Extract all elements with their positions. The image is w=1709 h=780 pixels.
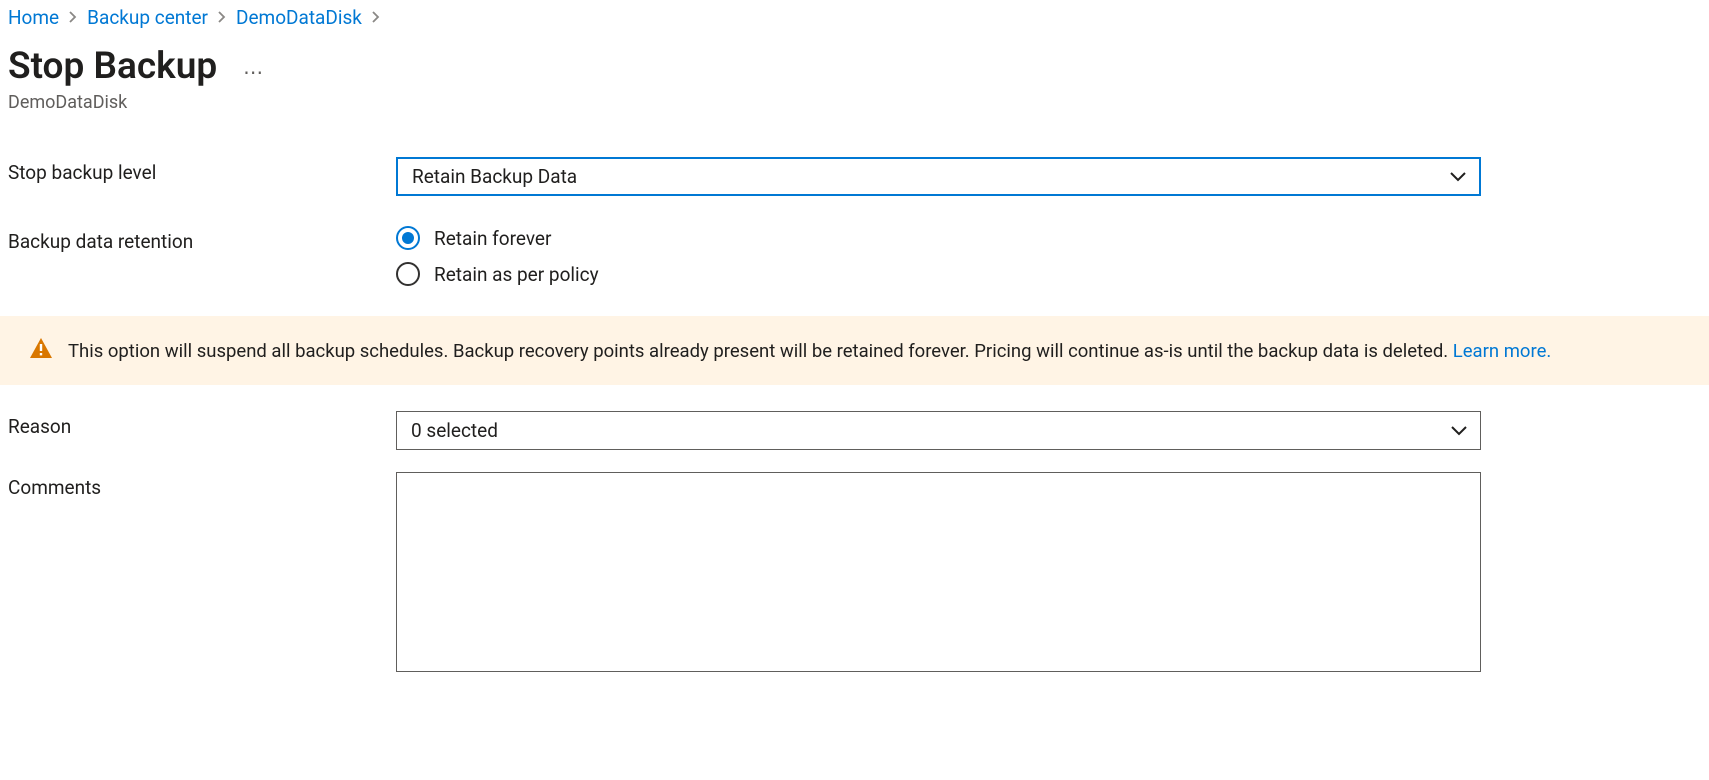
chevron-right-icon [69, 8, 77, 28]
warning-icon [30, 338, 52, 363]
info-message-text: This option will suspend all backup sche… [68, 340, 1453, 362]
retention-option-retain-forever[interactable]: Retain forever [396, 226, 1481, 250]
retention-option-retain-as-policy[interactable]: Retain as per policy [396, 262, 1481, 286]
breadcrumb-backup-center[interactable]: Backup center [87, 6, 208, 29]
page-title: Stop Backup [8, 45, 217, 88]
breadcrumb-home[interactable]: Home [8, 6, 59, 29]
radio-selected-icon [396, 226, 420, 250]
comments-label: Comments [8, 472, 396, 499]
stop-backup-level-select[interactable]: Retain Backup Data [396, 157, 1481, 196]
breadcrumb-demodatadisk[interactable]: DemoDataDisk [236, 6, 362, 29]
reason-label: Reason [8, 411, 396, 438]
chevron-down-icon [1450, 425, 1468, 437]
reason-value: 0 selected [411, 419, 498, 442]
info-warning-bar: This option will suspend all backup sche… [0, 316, 1709, 385]
chevron-right-icon [372, 8, 380, 28]
more-actions-button[interactable]: ⋯ [239, 63, 268, 81]
comments-textarea[interactable] [396, 472, 1481, 672]
stop-backup-level-value: Retain Backup Data [412, 165, 577, 188]
learn-more-link[interactable]: Learn more. [1453, 340, 1551, 362]
backup-data-retention-label: Backup data retention [8, 226, 396, 253]
chevron-down-icon [1449, 171, 1467, 183]
radio-unselected-icon [396, 262, 420, 286]
retention-option-label: Retain as per policy [434, 263, 599, 286]
info-message: This option will suspend all backup sche… [68, 340, 1551, 362]
retention-option-label: Retain forever [434, 227, 551, 250]
breadcrumb: Home Backup center DemoDataDisk [0, 0, 1709, 29]
resource-subtitle: DemoDataDisk [0, 88, 1709, 113]
retention-radio-group: Retain forever Retain as per policy [396, 226, 1481, 286]
chevron-right-icon [218, 8, 226, 28]
reason-select[interactable]: 0 selected [396, 411, 1481, 450]
stop-backup-level-label: Stop backup level [8, 157, 396, 184]
